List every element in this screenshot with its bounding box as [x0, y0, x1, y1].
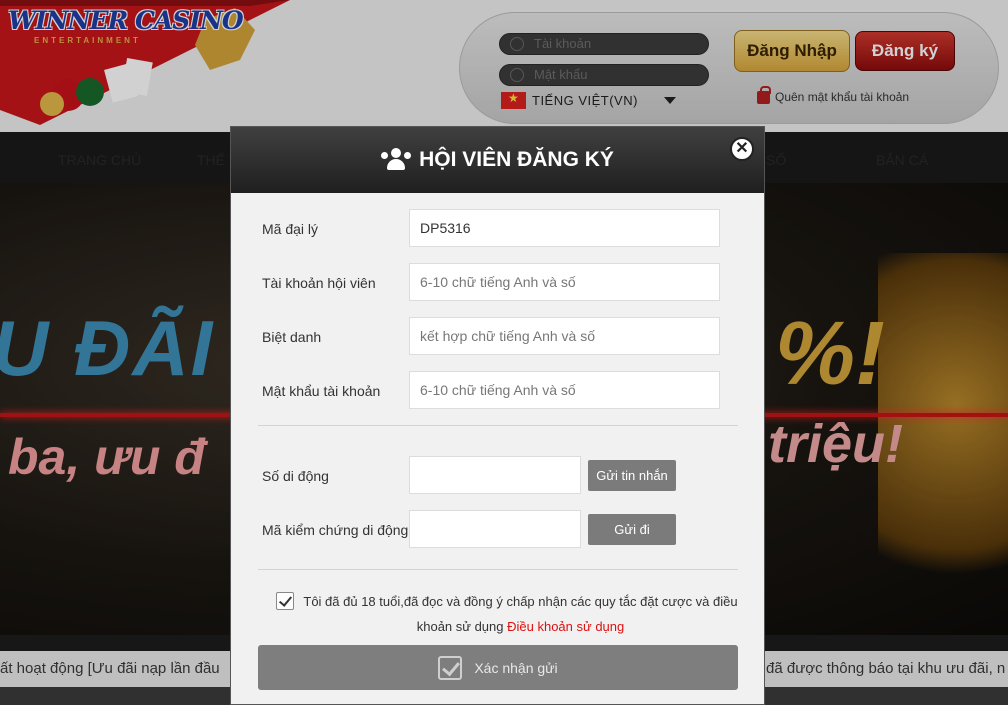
verify-row: Mã kiểm chứng di động Gửi đi	[231, 510, 764, 550]
phone-label: Số di động	[262, 468, 329, 484]
verify-code-field[interactable]	[409, 510, 581, 548]
account-field[interactable]: 6-10 chữ tiếng Anh và số	[409, 263, 720, 301]
account-label: Tài khoản hội viên	[262, 275, 376, 291]
account-row: Tài khoản hội viên 6-10 chữ tiếng Anh và…	[231, 263, 764, 303]
nickname-label: Biệt danh	[262, 329, 322, 345]
agreement-text: Tôi đã đủ 18 tuổi,đã đọc và đồng ý chấp …	[298, 589, 743, 639]
password-field[interactable]: 6-10 chữ tiếng Anh và số	[409, 371, 720, 409]
phone-field[interactable]	[409, 456, 581, 494]
agent-code-row: Mã đại lý DP5316	[231, 209, 764, 249]
submit-label: Xác nhận gửi	[474, 659, 558, 676]
section-divider	[258, 569, 738, 570]
modal-header: HỘI VIÊN ĐĂNG KÝ	[231, 127, 764, 193]
terms-link[interactable]: Điều khoản sử dụng	[507, 619, 624, 634]
register-modal: HỘI VIÊN ĐĂNG KÝ ✕ Mã đại lý DP5316 Tài …	[230, 126, 765, 705]
close-icon[interactable]: ✕	[730, 137, 754, 161]
verify-label: Mã kiểm chứng di động	[262, 522, 409, 538]
check-icon	[438, 655, 463, 680]
send-sms-button[interactable]: Gửi tin nhắn	[588, 460, 676, 491]
agent-code-label: Mã đại lý	[262, 221, 319, 237]
modal-title: HỘI VIÊN ĐĂNG KÝ	[419, 148, 614, 171]
users-icon	[381, 148, 412, 172]
nickname-field[interactable]: kết hợp chữ tiếng Anh và số	[409, 317, 720, 355]
password-label: Mật khẩu tài khoản	[262, 383, 381, 399]
agree-checkbox[interactable]	[276, 592, 294, 610]
submit-button[interactable]: Xác nhận gửi	[258, 645, 738, 690]
agent-code-field[interactable]: DP5316	[409, 209, 720, 247]
phone-row: Số di động Gửi tin nhắn	[231, 456, 764, 496]
send-code-button[interactable]: Gửi đi	[588, 514, 676, 545]
nickname-row: Biệt danh kết hợp chữ tiếng Anh và số	[231, 317, 764, 357]
password-row: Mật khẩu tài khoản 6-10 chữ tiếng Anh và…	[231, 371, 764, 411]
section-divider	[258, 425, 738, 426]
